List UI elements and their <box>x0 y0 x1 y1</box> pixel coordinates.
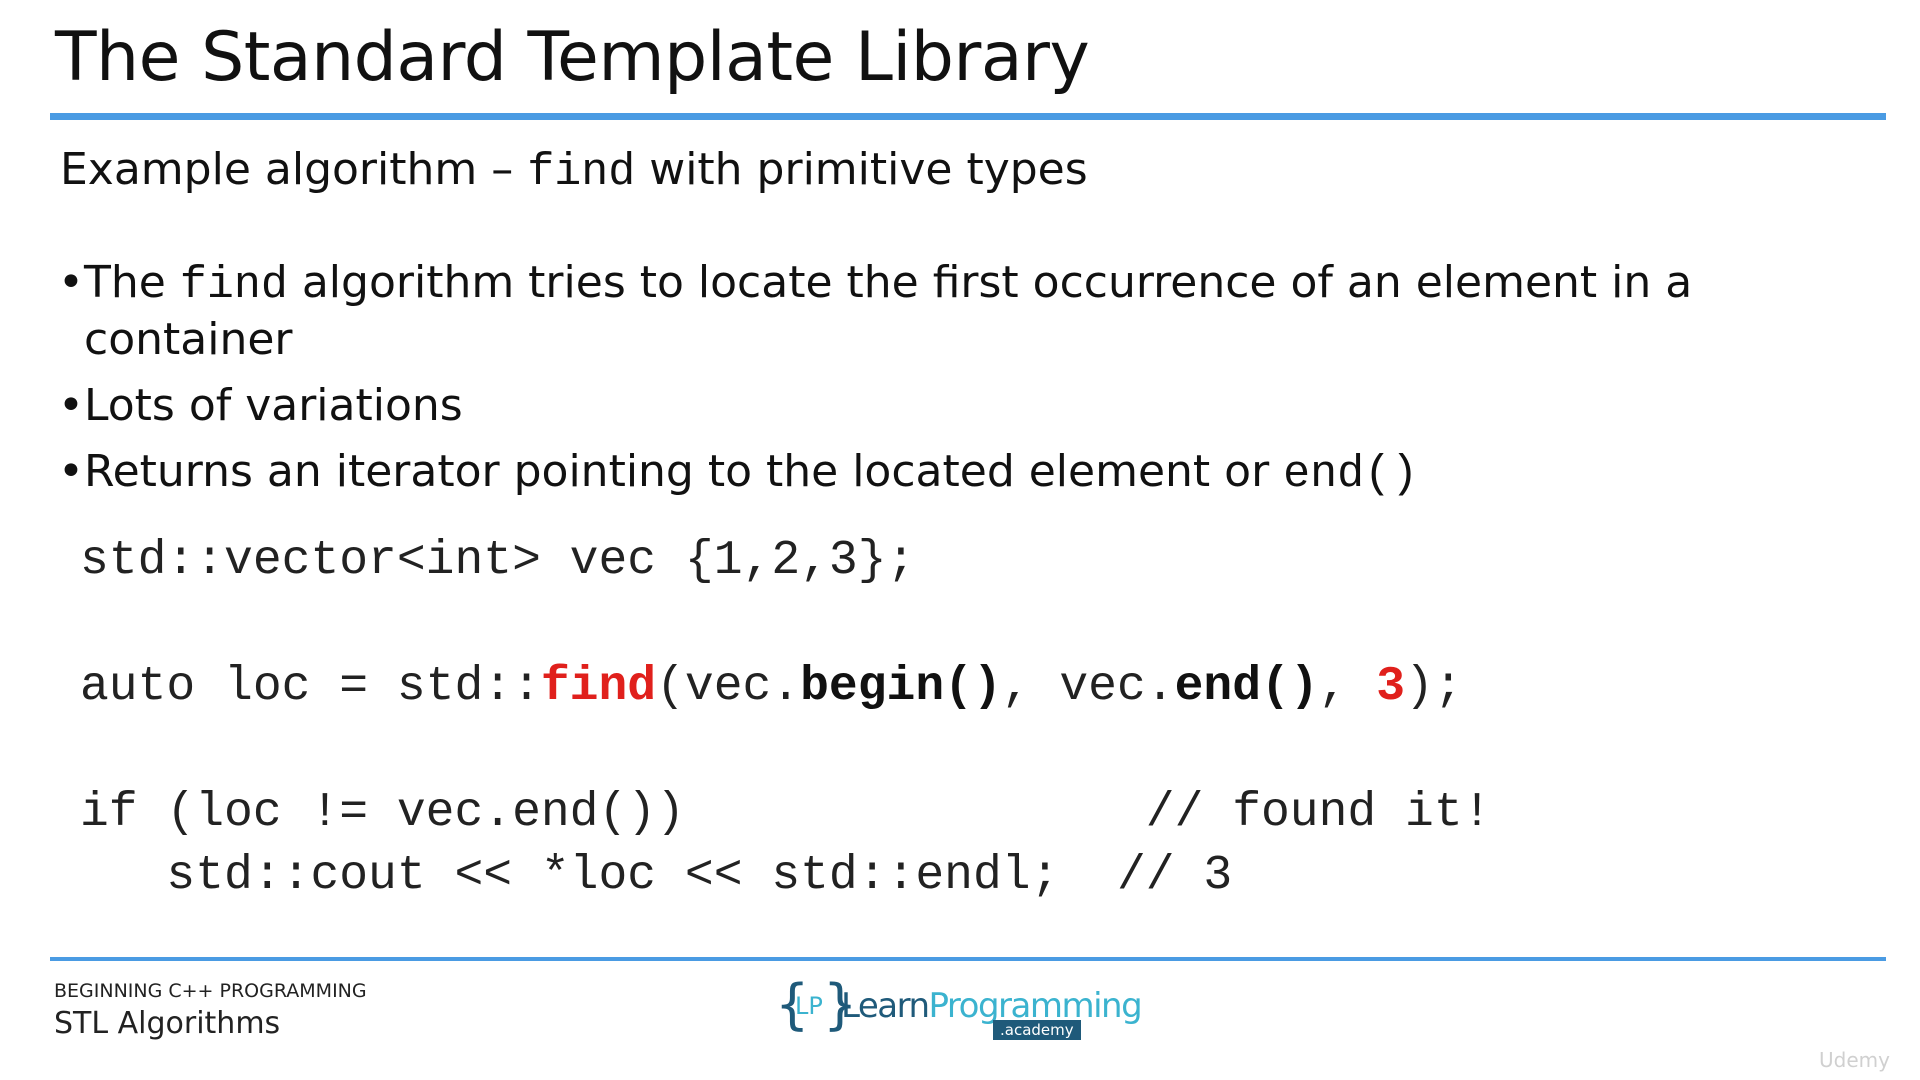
footer-divider <box>50 957 1886 961</box>
learnprogramming-logo: { LP } LearnProgramming .academy <box>775 978 1143 1042</box>
bullet-text: Returns an iterator pointing to the loca… <box>84 446 1284 497</box>
bullet-code: find <box>179 260 288 311</box>
code-block: std::vector<int> vec {1,2,3};auto loc = … <box>80 530 1491 908</box>
slide-subtitle: Example algorithm – find with primitive … <box>60 144 1088 198</box>
title-divider <box>50 113 1886 120</box>
subtitle-prefix: Example algorithm – <box>60 144 528 195</box>
code-search-value: 3 <box>1376 660 1406 714</box>
bullet-list: The find algorithm tries to locate the f… <box>58 256 1818 514</box>
slide-title: The Standard Template Library <box>55 18 1090 97</box>
logo-academy-badge: .academy <box>993 1020 1081 1040</box>
code-fragment: (vec. <box>656 660 801 714</box>
code-end-call: end() <box>1174 660 1319 714</box>
logo-word-learn: Learn <box>841 986 930 1026</box>
bullet-item: The find algorithm tries to locate the f… <box>58 256 1818 367</box>
code-fragment: ); <box>1405 660 1463 714</box>
code-fragment: , vec. <box>1001 660 1175 714</box>
subtitle-suffix: with primitive types <box>635 144 1088 195</box>
code-begin-call: begin() <box>800 660 1002 714</box>
bullet-code: end() <box>1283 449 1419 500</box>
code-line-2: auto loc = std::find(vec.begin(), vec.en… <box>80 656 1491 719</box>
code-line-3: if (loc != vec.end()) // found it! <box>80 786 1492 840</box>
subtitle-code: find <box>527 147 636 198</box>
code-find-keyword: find <box>540 660 657 714</box>
section-topic: STL Algorithms <box>54 1006 281 1041</box>
bullet-text: Lots of variations <box>84 380 463 431</box>
udemy-watermark: Udemy <box>1819 1048 1890 1072</box>
code-fragment: , <box>1318 660 1377 714</box>
code-line-1: std::vector<int> vec {1,2,3}; <box>80 534 916 588</box>
logo-wordmark: LearnProgramming <box>841 986 1143 1026</box>
bullet-text: The <box>84 257 180 308</box>
logo-lp: LP <box>795 992 823 1020</box>
course-name: BEGINNING C++ PROGRAMMING <box>54 980 367 1002</box>
code-fragment: auto loc = std:: <box>80 660 541 714</box>
bullet-item: Lots of variations <box>58 379 1818 433</box>
bullet-text: algorithm tries to locate the first occu… <box>84 257 1693 365</box>
bullet-item: Returns an iterator pointing to the loca… <box>58 445 1818 502</box>
code-line-4: std::cout << *loc << std::endl; // 3 <box>80 849 1233 903</box>
